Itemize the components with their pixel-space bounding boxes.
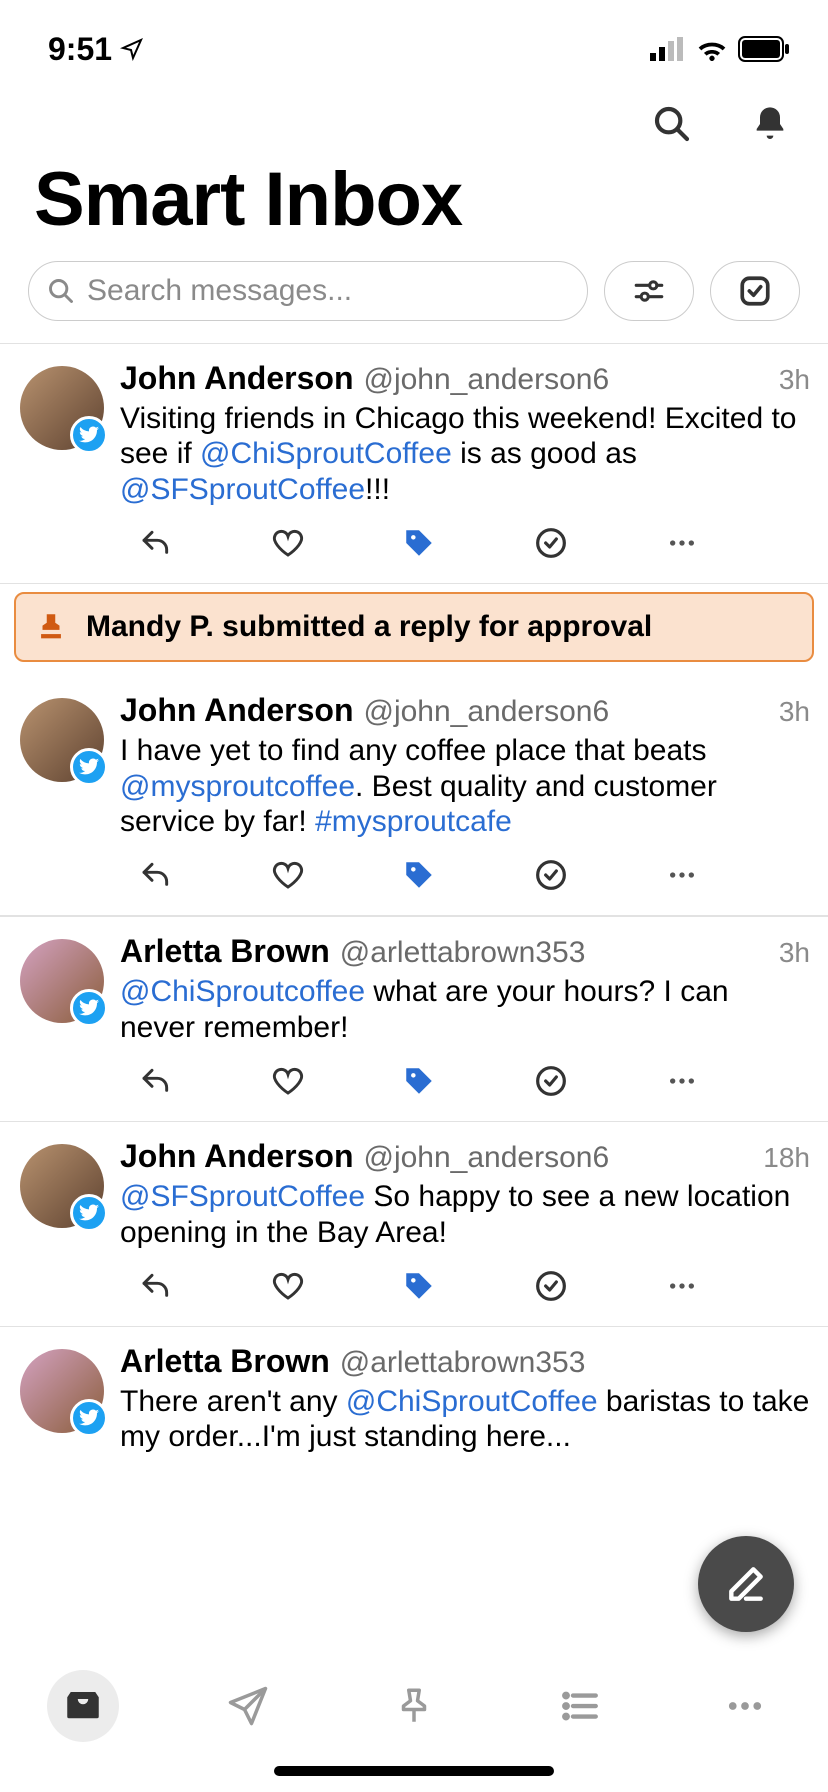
author-name: John Anderson bbox=[120, 1138, 353, 1175]
message-item[interactable]: John Anderson @john_anderson6 18h @SFSprout… bbox=[0, 1122, 828, 1327]
avatar[interactable] bbox=[20, 1349, 104, 1433]
author-handle: @john_anderson6 bbox=[363, 1141, 753, 1175]
twitter-badge-icon bbox=[70, 748, 108, 786]
like-button[interactable] bbox=[270, 1268, 306, 1304]
more-button[interactable] bbox=[664, 1063, 700, 1099]
page-title: Smart Inbox bbox=[0, 156, 828, 261]
author-name: Arletta Brown bbox=[120, 933, 330, 970]
reply-button[interactable] bbox=[138, 1063, 174, 1099]
author-handle: @arlettabrown353 bbox=[340, 1346, 810, 1380]
message-item[interactable]: John Anderson @john_anderson6 3h Visiting f… bbox=[0, 344, 828, 584]
message-text: There aren't any @ChiSproutCoffee barist… bbox=[120, 1384, 810, 1455]
avatar[interactable] bbox=[20, 366, 104, 450]
complete-button[interactable] bbox=[533, 857, 569, 893]
mention-link[interactable]: #mysproutcafe bbox=[315, 805, 512, 838]
avatar[interactable] bbox=[20, 939, 104, 1023]
list-icon bbox=[559, 1685, 601, 1727]
author-name: John Anderson bbox=[120, 360, 353, 397]
reply-button[interactable] bbox=[138, 525, 174, 561]
signal-icon bbox=[650, 37, 686, 61]
message-item[interactable]: John Anderson @john_anderson6 3h I have yet… bbox=[0, 676, 828, 916]
mention-link[interactable]: @SFSproutCoffee bbox=[120, 473, 365, 506]
author-name: John Anderson bbox=[120, 692, 353, 729]
mention-link[interactable]: @SFSproutCoffee bbox=[120, 1180, 365, 1213]
complete-button[interactable] bbox=[533, 1268, 569, 1304]
location-icon bbox=[120, 37, 144, 61]
tag-button[interactable] bbox=[401, 1268, 437, 1304]
message-time: 3h bbox=[779, 937, 810, 969]
like-button[interactable] bbox=[270, 1063, 306, 1099]
message-feed: John Anderson @john_anderson6 3h Visiting f… bbox=[0, 343, 828, 1643]
tab-pinned[interactable] bbox=[378, 1670, 450, 1742]
avatar[interactable] bbox=[20, 698, 104, 782]
avatar[interactable] bbox=[20, 1144, 104, 1228]
search-input[interactable]: Search messages... bbox=[28, 261, 588, 321]
search-placeholder: Search messages... bbox=[87, 274, 352, 308]
sliders-icon bbox=[632, 274, 666, 308]
statusbar-time: 9:51 bbox=[48, 31, 112, 68]
dots-icon bbox=[724, 1685, 766, 1727]
author-name: Arletta Brown bbox=[120, 1343, 330, 1380]
status-bar: 9:51 bbox=[0, 0, 828, 80]
tag-button[interactable] bbox=[401, 1063, 437, 1099]
message-text: I have yet to find any coffee place that… bbox=[120, 733, 810, 839]
like-button[interactable] bbox=[270, 857, 306, 893]
approval-text: Mandy P. submitted a reply for approval bbox=[86, 610, 652, 644]
battery-icon bbox=[738, 36, 790, 62]
reply-button[interactable] bbox=[138, 1268, 174, 1304]
twitter-badge-icon bbox=[70, 1194, 108, 1232]
checkbox-icon bbox=[738, 274, 772, 308]
author-handle: @john_anderson6 bbox=[363, 363, 768, 397]
approval-banner[interactable]: Mandy P. submitted a reply for approval bbox=[14, 592, 814, 662]
mention-link[interactable]: @mysproutcoffee bbox=[120, 770, 355, 803]
tab-inbox[interactable] bbox=[47, 1670, 119, 1742]
message-item[interactable]: Arletta Brown @arlettabrown353 3h @ChiSprou… bbox=[0, 917, 828, 1122]
mention-link[interactable]: @ChiSproutcoffee bbox=[120, 975, 365, 1008]
compose-icon bbox=[724, 1562, 768, 1606]
message-text: Visiting friends in Chicago this weekend… bbox=[120, 401, 810, 507]
complete-button[interactable] bbox=[533, 1063, 569, 1099]
search-icon bbox=[47, 277, 75, 305]
message-time: 3h bbox=[779, 696, 810, 728]
author-handle: @john_anderson6 bbox=[363, 695, 768, 729]
tab-feeds[interactable] bbox=[544, 1670, 616, 1742]
message-time: 3h bbox=[779, 364, 810, 396]
message-text: @SFSproutCoffee So happy to see a new lo… bbox=[120, 1179, 810, 1250]
tag-button[interactable] bbox=[401, 857, 437, 893]
filter-button[interactable] bbox=[604, 261, 694, 321]
complete-button[interactable] bbox=[533, 525, 569, 561]
mention-link[interactable]: @ChiSproutCoffee bbox=[346, 1385, 598, 1418]
like-button[interactable] bbox=[270, 525, 306, 561]
more-button[interactable] bbox=[664, 1268, 700, 1304]
paper-plane-icon bbox=[227, 1685, 269, 1727]
wifi-icon bbox=[696, 37, 728, 61]
search-icon[interactable] bbox=[652, 104, 692, 144]
inbox-icon bbox=[62, 1685, 104, 1727]
more-button[interactable] bbox=[664, 525, 700, 561]
twitter-badge-icon bbox=[70, 416, 108, 454]
pushpin-icon bbox=[393, 1685, 435, 1727]
compose-button[interactable] bbox=[698, 1536, 794, 1632]
twitter-badge-icon bbox=[70, 1399, 108, 1437]
message-time: 18h bbox=[763, 1142, 810, 1174]
message-text: @ChiSproutcoffee what are your hours? I … bbox=[120, 974, 810, 1045]
stamp-icon bbox=[34, 610, 68, 644]
tab-more[interactable] bbox=[709, 1670, 781, 1742]
twitter-badge-icon bbox=[70, 989, 108, 1027]
message-item[interactable]: Arletta Brown @arlettabrown353 There aren'… bbox=[0, 1327, 828, 1473]
mention-link[interactable]: @ChiSproutCoffee bbox=[200, 437, 452, 470]
reply-button[interactable] bbox=[138, 857, 174, 893]
author-handle: @arlettabrown353 bbox=[340, 936, 769, 970]
home-indicator bbox=[274, 1766, 554, 1776]
bell-icon[interactable] bbox=[750, 104, 790, 144]
tab-send[interactable] bbox=[212, 1670, 284, 1742]
more-button[interactable] bbox=[664, 857, 700, 893]
tag-button[interactable] bbox=[401, 525, 437, 561]
select-toggle-button[interactable] bbox=[710, 261, 800, 321]
